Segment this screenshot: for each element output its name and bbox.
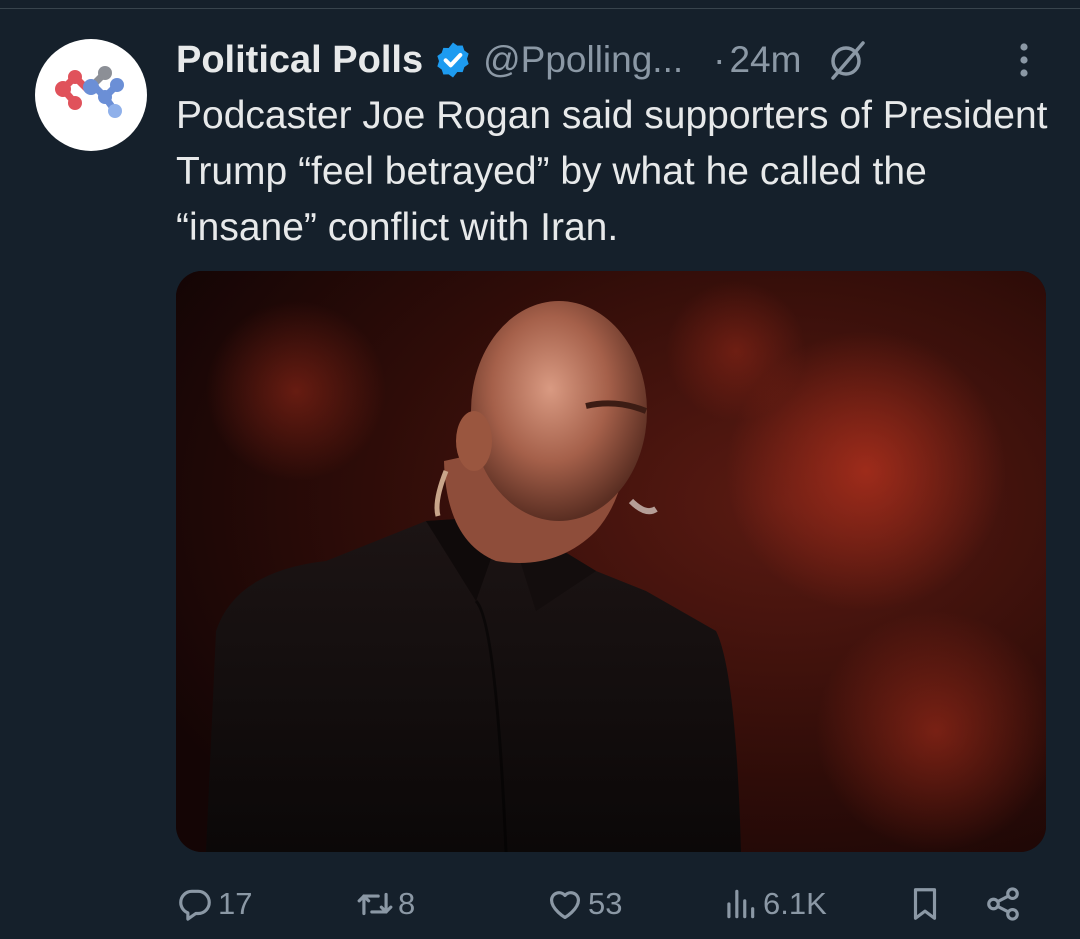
post-image[interactable]: [176, 271, 1046, 852]
like-count: 53: [588, 886, 623, 921]
post-header: Political Polls @Ppolling... · 24m: [176, 34, 1056, 86]
post-actions-bar: 17 8 53 6.1K: [176, 878, 1056, 930]
top-divider: [0, 8, 1080, 9]
repost-button[interactable]: 8: [356, 878, 415, 930]
view-count: 6.1K: [763, 886, 827, 921]
views-button[interactable]: 6.1K: [721, 878, 827, 930]
bookmark-button[interactable]: [906, 878, 944, 930]
post-text: Podcaster Joe Rogan said supporters of P…: [176, 94, 1048, 249]
share-button[interactable]: [984, 878, 1022, 930]
heart-icon: [549, 891, 581, 920]
verified-badge-icon[interactable]: [433, 40, 473, 80]
grok-icon[interactable]: [825, 38, 869, 82]
repost-icon: [357, 892, 393, 916]
author-avatar[interactable]: [35, 39, 147, 151]
photo-man-in-black-shirt: [176, 271, 1046, 852]
reply-icon: [179, 889, 211, 921]
separator-dot: ·: [713, 39, 726, 80]
like-button[interactable]: 53: [546, 878, 622, 930]
repost-count: 8: [398, 886, 416, 921]
reply-button[interactable]: 17: [176, 878, 252, 930]
political-polls-logo: [55, 66, 124, 118]
share-icon: [987, 887, 1019, 921]
bookmark-icon: [913, 888, 937, 920]
post-timestamp[interactable]: 24m: [729, 39, 801, 81]
author-name[interactable]: Political Polls: [176, 39, 423, 82]
more-vertical-icon[interactable]: [1006, 40, 1042, 80]
author-handle[interactable]: @Ppolling...: [483, 39, 683, 81]
views-chart-icon: [727, 889, 755, 919]
reply-count: 17: [218, 886, 253, 921]
